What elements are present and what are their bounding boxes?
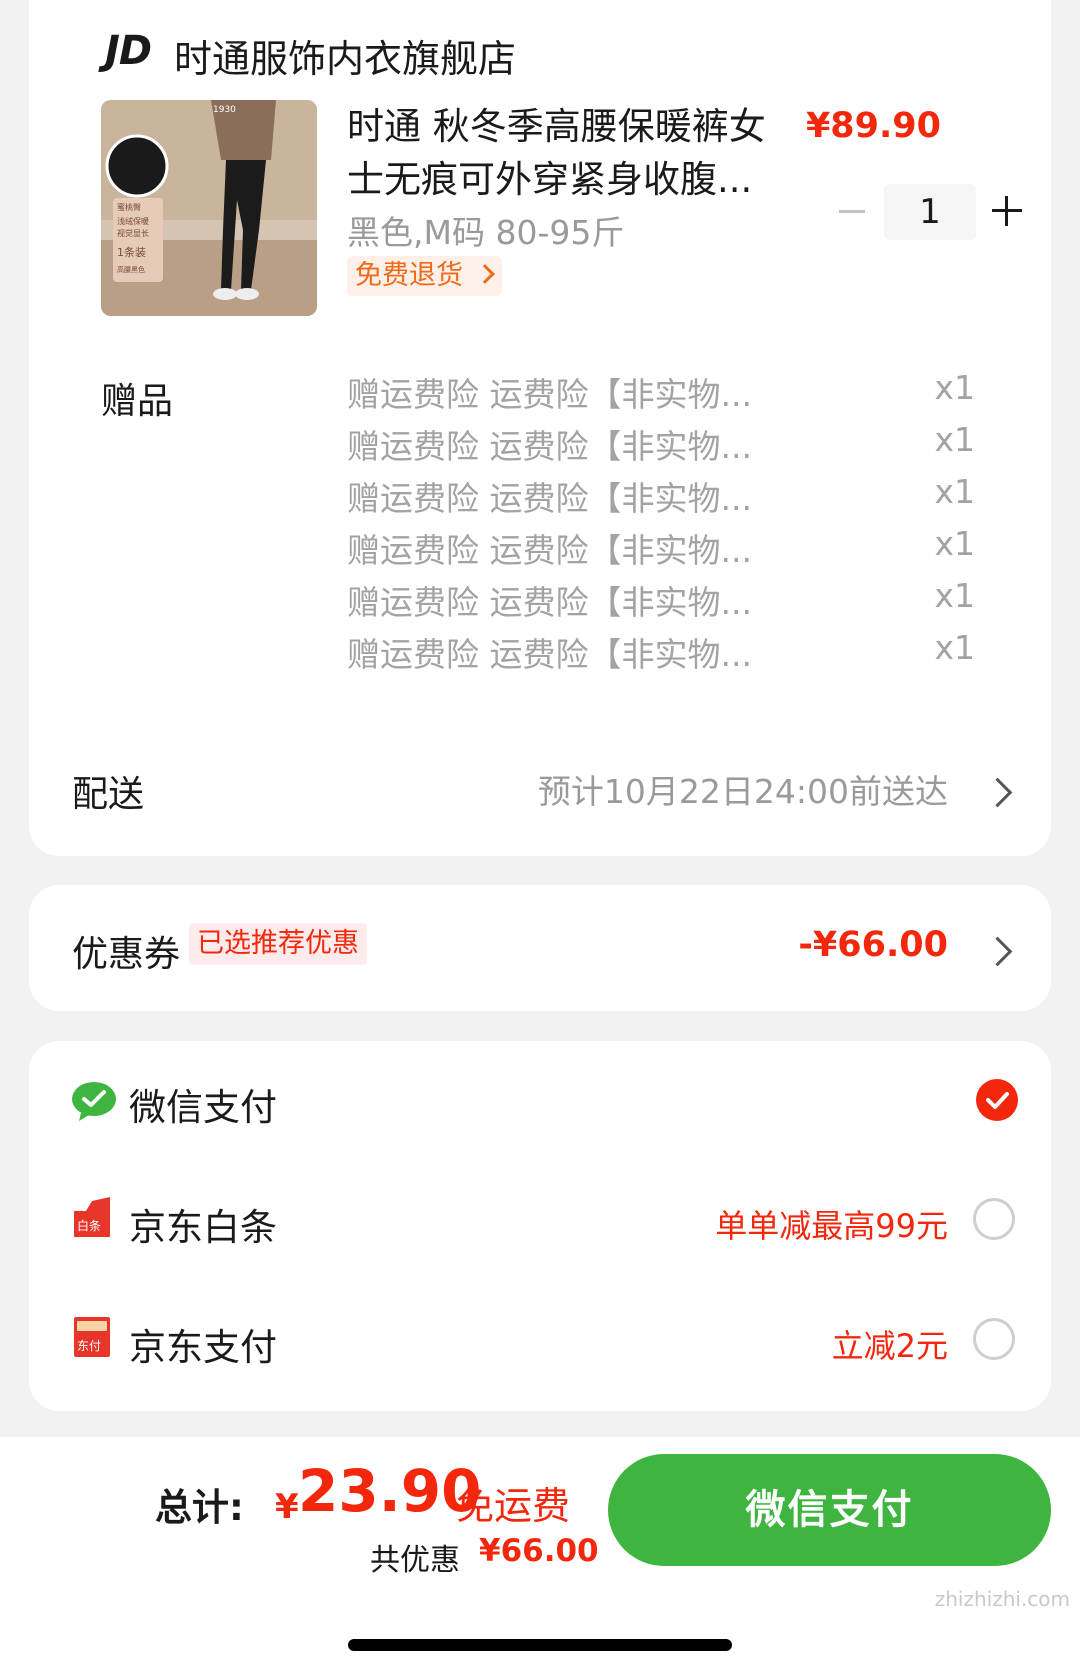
coupon-chevron-icon[interactable]	[982, 936, 1013, 967]
product-spec[interactable]: 黑色,M码 80-95斤	[347, 206, 624, 254]
payment-promo: 单单减最高99元	[715, 1207, 948, 1245]
wechat-pay-icon	[72, 1082, 116, 1121]
radio-unchecked-icon[interactable]	[973, 1198, 1015, 1240]
free-return-label: 免费退货	[355, 260, 463, 291]
wechat-pay-button[interactable]: 微信支付	[608, 1454, 1051, 1566]
free-return-badge[interactable]: 免费退货	[347, 256, 502, 296]
store-name[interactable]: 时通服饰内衣旗舰店	[174, 28, 516, 83]
product-title[interactable]: 时通 秋冬季高腰保暖裤女 士无痕可外穿紧身收腹...	[347, 100, 787, 206]
gift-name: 赠运费险 运费险【非实物...	[347, 427, 752, 466]
delivery-chevron-icon[interactable]	[982, 777, 1013, 808]
checkout-bar: 总计: ¥ 23.90 免运费 共优惠 ¥66.00 微信支付 zhizhizh…	[0, 1437, 1080, 1673]
saved-amount[interactable]: ¥66.00	[479, 1533, 599, 1569]
chevron-right-icon	[474, 264, 495, 284]
gift-list: 赠运费险 运费险【非实物... x1 赠运费险 运费险【非实物... x1 赠运费险…	[347, 368, 987, 680]
quantity-decrease-button[interactable]	[839, 210, 865, 213]
payment-option-jdpay[interactable]: 东付 京东支付 立减2元	[29, 1281, 1051, 1401]
radio-checked-icon[interactable]	[976, 1079, 1018, 1121]
gift-item: 赠运费险 运费险【非实物... x1	[347, 472, 987, 524]
watermark: zhizhizhi.com	[934, 1587, 1070, 1611]
product-title-line1: 时通 秋冬季高腰保暖裤女	[347, 105, 766, 148]
gift-item: 赠运费险 运费险【非实物... x1	[347, 576, 987, 628]
gift-name: 赠运费险 运费险【非实物...	[347, 479, 752, 518]
gift-item: 赠运费险 运费险【非实物... x1	[347, 420, 987, 472]
jd-baitiao-icon: 白条	[74, 1197, 110, 1237]
jd-logo: JD	[105, 28, 152, 74]
payment-option-baitiao[interactable]: 白条 京东白条 单单减最高99元	[29, 1161, 1051, 1281]
coupon-status-tag: 已选推荐优惠	[189, 923, 367, 965]
total-amount: 23.90	[298, 1457, 482, 1525]
gift-qty: x1	[934, 576, 975, 615]
product-photo: 1930 蜜桃臀 浅绒保暖 视觉显长 1条装 高腰黑色	[101, 100, 317, 316]
payment-option-wechat[interactable]: 微信支付	[29, 1041, 1051, 1161]
payment-name: 京东白条	[129, 1206, 277, 1249]
product-title-line2: 士无痕可外穿紧身收腹...	[347, 158, 753, 201]
svg-text:蜜桃臀: 蜜桃臀	[117, 202, 141, 212]
svg-text:视觉显长: 视觉显长	[117, 228, 149, 238]
saved-label: 共优惠	[370, 1543, 460, 1578]
coupon-card[interactable]: 优惠券 已选推荐优惠 -¥66.00	[29, 885, 1051, 1011]
payment-card: 微信支付 白条 京东白条 单单减最高99元 东付 京东支付 立减2元	[29, 1041, 1051, 1411]
gift-qty: x1	[934, 628, 975, 667]
gift-name: 赠运费险 运费险【非实物...	[347, 375, 752, 414]
gift-item: 赠运费险 运费险【非实物... x1	[347, 628, 987, 680]
home-indicator[interactable]	[348, 1639, 732, 1651]
product-image[interactable]: 1930 蜜桃臀 浅绒保暖 视觉显长 1条装 高腰黑色	[101, 100, 317, 316]
gift-qty: x1	[934, 420, 975, 459]
order-card: JD 时通服饰内衣旗舰店 1930 蜜桃臀 浅绒保暖 视觉显长 1条装 高腰黑色…	[29, 0, 1051, 856]
gift-name: 赠运费险 运费险【非实物...	[347, 583, 752, 622]
gift-qty: x1	[934, 368, 975, 407]
gifts-label: 赠品	[101, 381, 174, 422]
svg-text:东付: 东付	[77, 1339, 101, 1353]
gift-item: 赠运费险 运费险【非实物... x1	[347, 524, 987, 576]
total-label: 总计:	[155, 1486, 244, 1529]
payment-name: 微信支付	[129, 1086, 277, 1129]
radio-unchecked-icon[interactable]	[973, 1318, 1015, 1360]
quantity-value[interactable]: 1	[884, 184, 976, 240]
image-number: 1930	[213, 105, 236, 115]
delivery-estimate[interactable]: 预计10月22日24:00前送达	[538, 765, 948, 813]
gift-name: 赠运费险 运费险【非实物...	[347, 635, 752, 674]
coupon-label: 优惠券	[72, 934, 181, 975]
gift-name: 赠运费险 运费险【非实物...	[347, 531, 752, 570]
payment-promo: 立减2元	[831, 1327, 948, 1365]
product-price: ¥89.90	[805, 106, 941, 146]
total-currency: ¥	[275, 1487, 299, 1527]
gift-item: 赠运费险 运费险【非实物... x1	[347, 368, 987, 420]
svg-text:浅绒保暖: 浅绒保暖	[117, 216, 149, 226]
jd-pay-icon: 东付	[74, 1317, 110, 1357]
svg-text:白条: 白条	[77, 1218, 101, 1233]
gift-qty: x1	[934, 472, 975, 511]
svg-text:高腰黑色: 高腰黑色	[117, 265, 145, 274]
payment-name: 京东支付	[129, 1326, 277, 1369]
gift-qty: x1	[934, 524, 975, 563]
svg-text:1条装: 1条装	[117, 245, 146, 259]
quantity-increase-button[interactable]	[992, 196, 1022, 226]
delivery-label: 配送	[72, 774, 145, 815]
free-shipping-label: 免运费	[456, 1484, 571, 1528]
coupon-amount: -¥66.00	[798, 925, 948, 965]
